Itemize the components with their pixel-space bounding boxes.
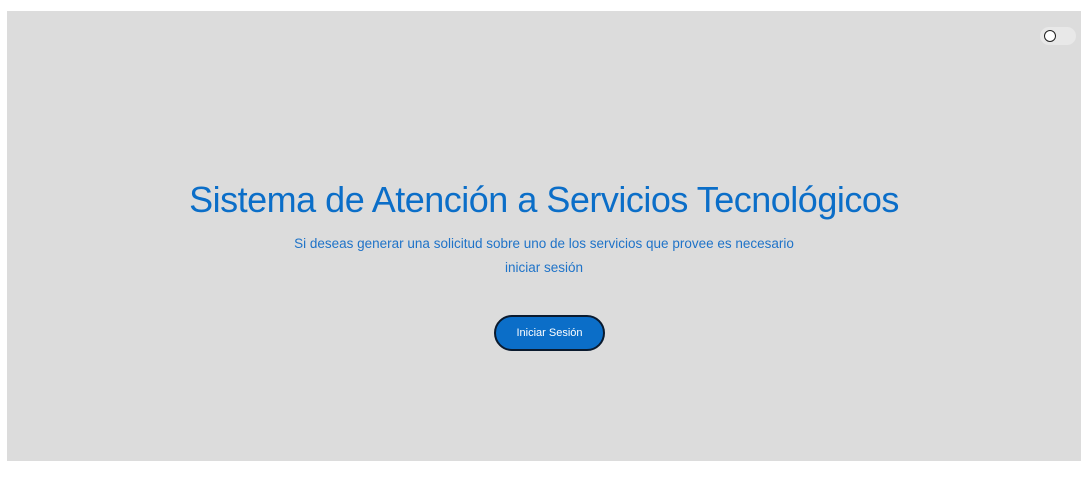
- theme-toggle-switch[interactable]: [1040, 27, 1076, 45]
- page-subtitle: Si deseas generar una solicitud sobre un…: [294, 236, 794, 275]
- login-button[interactable]: Iniciar Sesión: [494, 315, 605, 351]
- page-title: Sistema de Atención a Servicios Tecnológ…: [189, 179, 899, 220]
- circle-toggle-icon: [1044, 30, 1056, 42]
- hero-section: Sistema de Atención a Servicios Tecnológ…: [7, 176, 1081, 280]
- version-label: Versión 2.18.0-: [1006, 476, 1077, 488]
